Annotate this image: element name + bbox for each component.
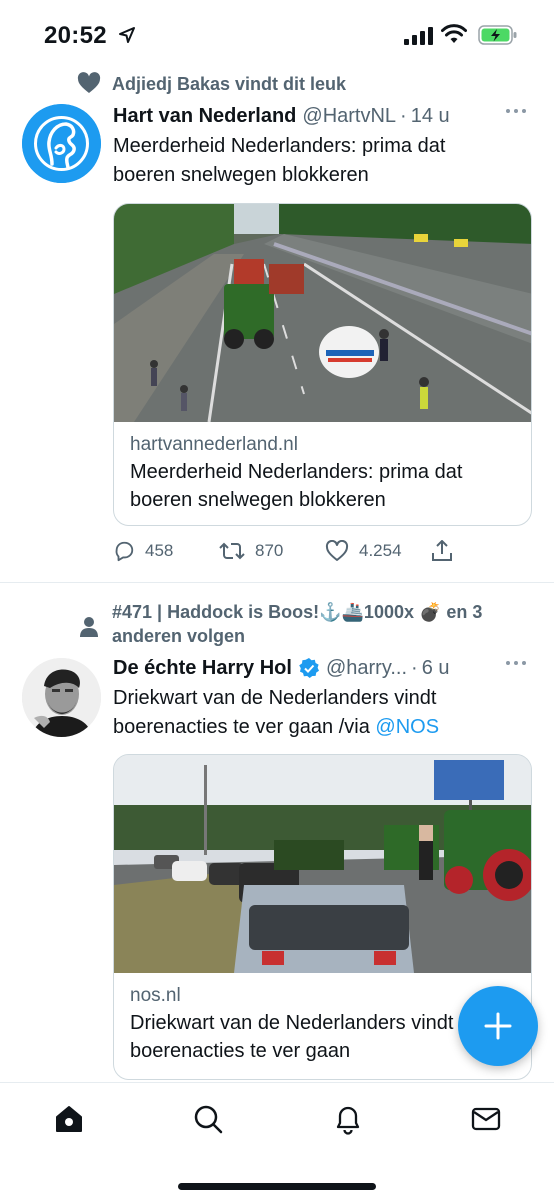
cellular-signal-icon [404,27,433,45]
more-options-icon[interactable] [505,108,527,114]
author-name[interactable]: De échte Harry Hol [113,657,292,680]
more-options-icon[interactable] [505,660,527,666]
tweet[interactable]: Adjiedj Bakas vindt dit leuk Hart van Ne… [0,68,554,580]
heart-icon [77,72,101,93]
home-icon [56,1106,82,1132]
reply-icon [115,541,134,562]
tractor-blockade-photo [114,755,531,973]
link-card[interactable]: hartvannederland.nl Meerderheid Nederlan… [113,203,532,526]
share-button[interactable] [431,540,471,562]
card-title: Meerderheid Nederlanders: prima dat boer… [130,461,463,511]
nav-search[interactable] [190,1101,226,1137]
tweet-time[interactable]: 6 u [422,657,450,680]
like-button[interactable]: 4.254 [325,540,431,562]
reply-button[interactable]: 458 [113,540,219,562]
share-icon [432,540,452,561]
reply-count: 458 [145,541,174,560]
mention-link[interactable]: @NOS [375,716,439,738]
bottom-navigation [0,1082,554,1200]
messages-envelope-icon [471,1107,501,1131]
tweet-actions: 458 870 4.254 [113,536,533,566]
like-icon [325,540,349,561]
nav-messages[interactable] [468,1101,504,1137]
plus-icon [484,1012,512,1040]
notifications-bell-icon [336,1106,360,1135]
social-context-text[interactable]: #471 | Haddock is Boos!⚓️🚢1000x 💣 en 3 a… [112,600,482,648]
status-bar: 20:52 [0,0,554,70]
avatar[interactable] [22,658,101,737]
social-context-line1: #471 | Haddock is Boos!⚓️🚢1000x 💣 en 3 [112,602,483,622]
author-handle[interactable]: @HartvNL [302,105,396,128]
hart-van-nederland-logo [22,104,101,183]
status-time: 20:52 [44,22,107,49]
nav-home[interactable] [51,1101,87,1137]
verified-badge-icon [298,657,320,679]
retweet-icon [219,542,245,560]
separator-dot: · [411,656,418,679]
home-indicator[interactable] [178,1183,376,1190]
highway-protest-photo [114,204,531,422]
profile-photo [22,658,101,737]
battery-charging-icon [478,25,517,45]
search-icon [194,1105,223,1134]
social-context-line2: anderen volgen [112,626,246,646]
tweet-time[interactable]: 14 u [411,105,450,128]
tweet-divider [0,582,554,583]
card-image [114,755,531,973]
separator-dot: · [400,104,407,127]
social-context: Adjiedj Bakas vindt dit leuk [74,72,346,96]
author-handle[interactable]: @harry... [326,657,407,680]
person-icon [80,617,98,637]
social-context-text[interactable]: Adjiedj Bakas vindt dit leuk [112,72,346,96]
like-count: 4.254 [359,541,402,560]
tweet-text: Meerderheid Nederlanders: prima dat boer… [113,135,446,186]
wifi-icon [441,24,467,43]
card-image [114,204,531,422]
nav-notifications[interactable] [330,1101,366,1137]
social-context: #471 | Haddock is Boos!⚓️🚢1000x 💣 en 3 a… [74,600,482,648]
location-arrow-icon [119,27,135,43]
card-domain: hartvannederland.nl [130,434,298,455]
retweet-button[interactable]: 870 [219,540,325,562]
compose-tweet-button[interactable] [458,986,538,1066]
author-name[interactable]: Hart van Nederland [113,105,296,128]
tweet-text: Driekwart van de Nederlanders vindt boer… [113,684,513,742]
retweet-count: 870 [255,541,284,560]
avatar[interactable] [22,104,101,183]
